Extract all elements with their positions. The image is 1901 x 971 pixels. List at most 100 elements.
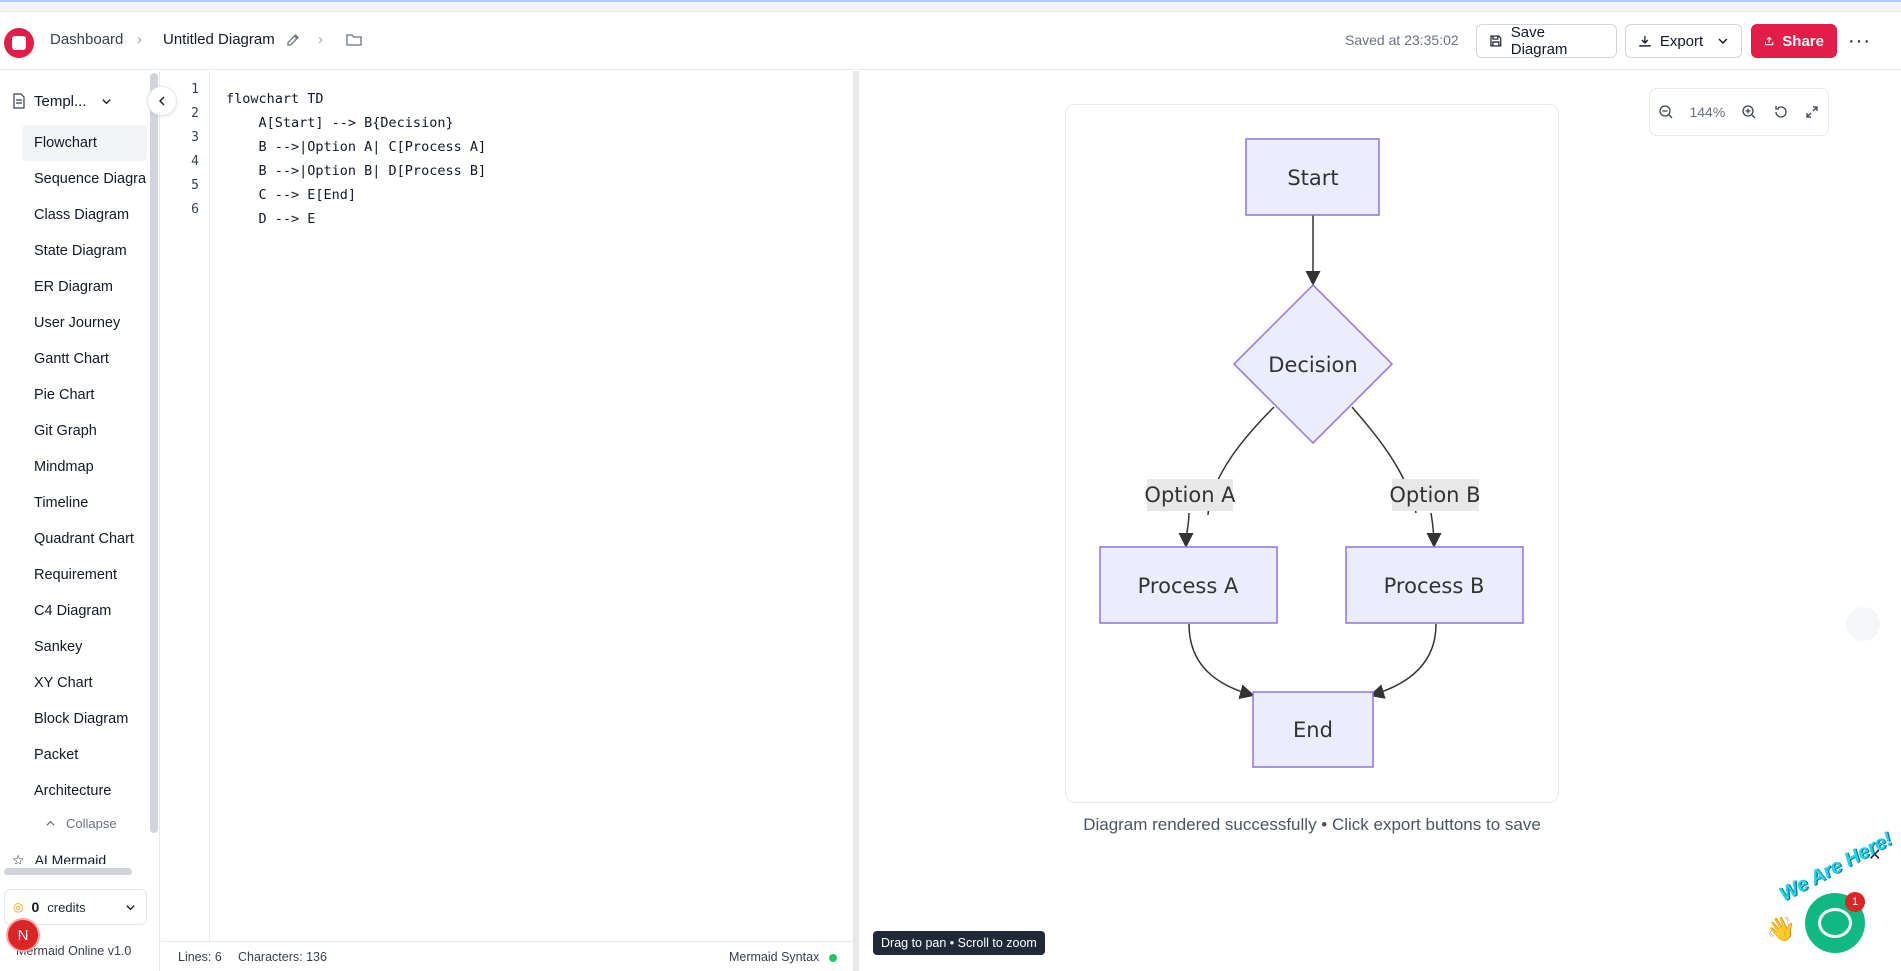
character-count: Characters: 136 (238, 950, 327, 964)
node-process-a-label: Process A (1138, 574, 1239, 598)
chevron-down-icon (1718, 38, 1728, 44)
diagram-title[interactable]: Untitled Diagram (163, 31, 275, 48)
template-item-sequence[interactable]: Sequence Diagra (22, 161, 147, 197)
pan-zoom-hint: Drag to pan • Scroll to zoom (873, 931, 1045, 955)
template-item-pie[interactable]: Pie Chart (22, 377, 147, 413)
waving-hand-icon: 👋 (1766, 916, 1796, 943)
diagram-canvas[interactable]: Option A Option B Start Decision Process… (1065, 104, 1559, 803)
edge-label-option-a: Option A (1144, 483, 1236, 507)
ai-mermaid-label: AI Mermaid (34, 852, 107, 864)
line-number-gutter: 1 2 3 4 5 6 (161, 71, 210, 941)
chevron-down-icon (101, 98, 111, 104)
save-diagram-label: Save Diagram (1510, 24, 1568, 58)
collapse-sidebar-button[interactable] (147, 86, 177, 116)
sidebar-horizontal-scrollbar[interactable] (4, 868, 132, 875)
flowchart-diagram: Option A Option B Start Decision Process… (1099, 138, 1524, 768)
credits-count: 0 (31, 899, 40, 915)
template-item-mindmap[interactable]: Mindmap (22, 449, 147, 485)
chevron-up-icon (46, 820, 55, 826)
zoom-in-icon[interactable] (1741, 104, 1757, 120)
line-count: Lines: 6 (178, 950, 222, 964)
render-status-caption: Diagram rendered successfully • Click ex… (1083, 815, 1541, 834)
template-list: Flowchart Sequence Diagra Class Diagram … (22, 125, 147, 809)
line-number: 5 (191, 178, 199, 193)
code-editor[interactable]: 1 2 3 4 5 6 flowchart TD A[Start] --> B{… (161, 71, 854, 941)
breadcrumb-dashboard[interactable]: Dashboard (50, 31, 123, 48)
translate-icon[interactable] (1846, 607, 1880, 641)
chevron-left-icon (159, 96, 165, 106)
collapse-templates-button[interactable]: Collapse (45, 816, 117, 831)
line-number: 4 (191, 154, 199, 169)
edge-process-a-end (1188, 623, 1255, 700)
export-button[interactable]: Export (1625, 24, 1742, 58)
template-item-sankey[interactable]: Sankey (22, 629, 147, 665)
template-item-git-graph[interactable]: Git Graph (22, 413, 147, 449)
chevron-right-icon: › (318, 31, 323, 48)
template-item-c4[interactable]: C4 Diagram (22, 593, 147, 629)
code-line[interactable]: C --> E[End] (226, 183, 486, 207)
template-item-er[interactable]: ER Diagram (22, 269, 147, 305)
zoom-out-icon[interactable] (1658, 104, 1674, 120)
line-number: 6 (191, 202, 199, 217)
export-label: Export (1659, 32, 1704, 50)
syntax-mode: Mermaid Syntax (729, 950, 820, 964)
code-line[interactable]: D --> E (226, 207, 486, 231)
template-item-quadrant[interactable]: Quadrant Chart (22, 521, 147, 557)
templates-label: Templ... (34, 92, 87, 110)
code-line[interactable]: B -->|Option B| D[Process B] (226, 159, 487, 183)
code-line[interactable]: A[Start] --> B{Decision} (226, 111, 486, 135)
fullscreen-icon[interactable] (1804, 104, 1820, 120)
template-item-packet[interactable]: Packet (22, 737, 147, 773)
credits-label: credits (47, 899, 86, 915)
chevron-down-icon (126, 904, 135, 910)
app-header: Dashboard › Untitled Diagram › Saved at … (0, 12, 1901, 70)
template-item-xy-chart[interactable]: XY Chart (22, 665, 147, 701)
app-logo[interactable] (4, 28, 34, 58)
share-icon (1764, 36, 1774, 46)
template-item-architecture[interactable]: Architecture (22, 773, 147, 809)
pencil-icon[interactable] (285, 32, 301, 48)
share-button[interactable]: Share (1751, 24, 1837, 58)
editor-status-bar: Lines: 6 Characters: 136 Mermaid Syntax (161, 941, 853, 971)
zoom-level: 144% (1689, 104, 1726, 120)
template-item-block[interactable]: Block Diagram (22, 701, 147, 737)
ai-mermaid-item[interactable]: ☆ AI Mermaid (12, 852, 106, 864)
zoom-toolbar: 144% (1649, 88, 1829, 136)
reset-icon[interactable] (1773, 104, 1789, 120)
browser-tab-strip (0, 0, 1901, 12)
template-item-gantt[interactable]: Gantt Chart (22, 341, 147, 377)
node-process-b-label: Process B (1384, 574, 1485, 598)
template-sidebar: Templ... Flowchart Sequence Diagra Class… (0, 71, 160, 971)
template-item-timeline[interactable]: Timeline (22, 485, 147, 521)
user-avatar[interactable]: N (6, 918, 40, 952)
coin-icon: ◎ (13, 900, 24, 914)
folder-icon[interactable] (345, 32, 363, 48)
share-label: Share (1782, 32, 1824, 50)
template-item-user-journey[interactable]: User Journey (22, 305, 147, 341)
edge-option-b-to-process-b (1426, 512, 1442, 548)
edge-label-option-b: Option B (1389, 483, 1480, 507)
save-icon (1490, 35, 1502, 47)
collapse-label: Collapse (66, 816, 117, 831)
template-item-state[interactable]: State Diagram (22, 233, 147, 269)
template-item-flowchart[interactable]: Flowchart (22, 125, 147, 161)
syntax-status-dot (829, 954, 837, 962)
edge-process-b-end (1369, 623, 1437, 699)
more-options-icon[interactable]: ··· (1848, 30, 1871, 53)
code-content[interactable]: flowchart TD A[Start] --> B{Decision} B … (226, 87, 486, 231)
line-number: 3 (191, 130, 199, 145)
panel-resize-handle[interactable] (853, 71, 859, 971)
node-end-label: End (1293, 718, 1333, 742)
document-icon (13, 93, 25, 109)
template-item-class[interactable]: Class Diagram (22, 197, 147, 233)
sidebar-scrollbar[interactable] (150, 73, 158, 833)
templates-dropdown[interactable]: Templ... (4, 84, 134, 118)
code-line[interactable]: B -->|Option A| C[Process A] (226, 135, 487, 159)
star-icon: ☆ (12, 852, 25, 864)
code-line[interactable]: flowchart TD (226, 87, 486, 111)
node-start-label: Start (1287, 166, 1338, 190)
save-diagram-button[interactable]: Save Diagram (1476, 24, 1617, 58)
download-icon (1639, 36, 1651, 47)
node-decision-label: Decision (1268, 353, 1357, 377)
template-item-requirement[interactable]: Requirement (22, 557, 147, 593)
